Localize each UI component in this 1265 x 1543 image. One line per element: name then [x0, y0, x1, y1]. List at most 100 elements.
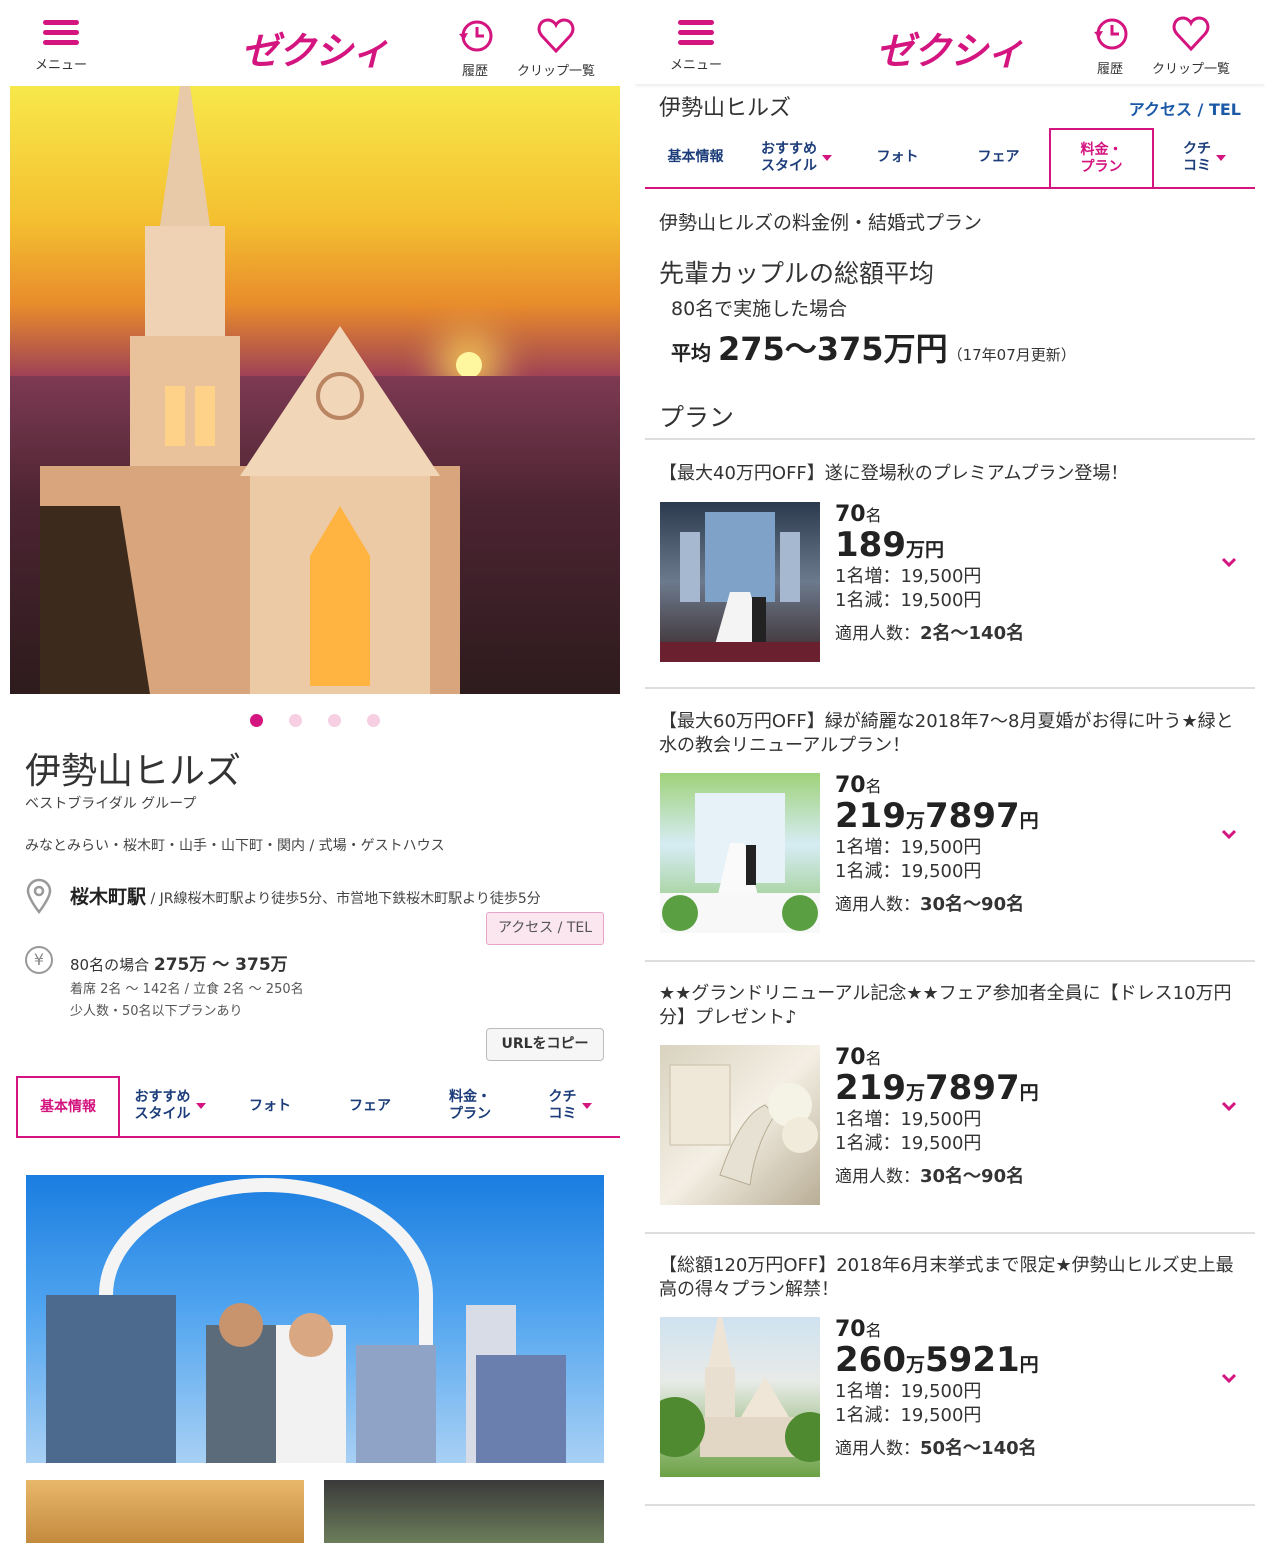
history-icon	[459, 20, 493, 52]
tab-price-plan[interactable]: 料金・ プラン	[420, 1076, 520, 1136]
tab-photo[interactable]: フォト	[220, 1076, 320, 1136]
average-condition: 80名で実施した場合	[671, 298, 848, 320]
hamburger-icon	[678, 18, 714, 48]
history-icon	[1094, 18, 1128, 50]
access-tel-button[interactable]: アクセス / TEL	[486, 912, 604, 945]
plan-range: 30名〜90名	[920, 1166, 1025, 1187]
chevron-down-icon[interactable]	[1221, 1370, 1237, 1386]
price-range: 275万 〜 375万	[153, 955, 288, 975]
gallery-photo-chapel[interactable]	[26, 1480, 304, 1543]
tab-fair[interactable]: フェア	[320, 1076, 420, 1136]
tab-review-line2: コミ	[548, 1106, 577, 1122]
tab-style[interactable]: おすすめ スタイル	[746, 128, 847, 187]
tab-style[interactable]: おすすめ スタイル	[120, 1076, 220, 1136]
plan-people: 70	[835, 773, 866, 798]
tab-fair-label: フェア	[349, 1097, 391, 1114]
hero-photo[interactable]	[10, 86, 620, 694]
plan-sub-person: 1名減：19,500円	[835, 590, 982, 611]
price-summary: 80名の場合 275万 〜 375万	[70, 950, 288, 975]
plan-yen-unit: 円	[1019, 1354, 1039, 1376]
plan-people-unit: 名	[865, 506, 882, 525]
tab-price-plan[interactable]: 料金・ プラン	[1049, 128, 1154, 187]
plan-range-label: 適用人数：	[835, 1167, 920, 1187]
history-button[interactable]: 履歴	[1085, 14, 1135, 77]
carousel-dot-2[interactable]	[289, 714, 302, 727]
plan-thumbnail	[660, 1317, 820, 1477]
plan-price-rest: 5921	[925, 1340, 1020, 1380]
left-screen: メニュー ゼクシィ 履歴 クリップ一覧 伊勢山ヒルズ ベストブライダル グループ…	[0, 0, 630, 1543]
plan-people-unit: 名	[865, 1049, 882, 1068]
plan-thumbnail	[660, 1045, 820, 1205]
chevron-down-icon[interactable]	[1221, 554, 1237, 570]
copy-url-button[interactable]: URLをコピー	[486, 1028, 604, 1061]
tab-review[interactable]: クチ コミ	[520, 1076, 620, 1136]
plan-price-rest: 7897	[925, 796, 1020, 836]
menu-button[interactable]: メニュー	[661, 18, 731, 73]
tab-review-line1: クチ	[1183, 140, 1211, 157]
average-updated: （17年07月更新）	[947, 346, 1076, 364]
plan-price-rest: 7897	[925, 1068, 1020, 1108]
chapel-stained-glass-image	[660, 512, 820, 662]
clip-list-button[interactable]: クリップ一覧	[1141, 14, 1241, 77]
plan-range: 50名〜140名	[920, 1438, 1037, 1459]
carousel-dot-3[interactable]	[328, 714, 341, 727]
history-label: 履歴	[1096, 62, 1123, 77]
chevron-down-icon[interactable]	[1221, 1098, 1237, 1114]
plan-info: 70名 260万5921円 1名増：19,500円 1名減：19,500円 適用…	[835, 1317, 1135, 1460]
plan-card[interactable]: 【総額120万円OFF】2018年6月末挙式まで限定★伊勢山ヒルズ史上最高の得々…	[645, 1254, 1255, 1504]
bridal-shoes-image	[669, 1064, 818, 1186]
plan-card[interactable]: 【最大60万円OFF】緑が綺麗な2018年7〜8月夏婚がお得に叶う★緑と水の教会…	[645, 710, 1255, 960]
plan-card[interactable]: 【最大40万円OFF】遂に登場秋のプレミアムプラン登場！ 70名 189万円 1…	[645, 462, 1255, 687]
location-pin-icon	[26, 878, 52, 914]
plan-people: 70	[835, 502, 866, 527]
plan-title: 【最大60万円OFF】緑が綺麗な2018年7〜8月夏婚がお得に叶う★緑と水の教会…	[659, 711, 1234, 756]
clip-list-label: クリップ一覧	[516, 64, 595, 79]
plan-heading: プラン	[659, 403, 735, 432]
tab-photo[interactable]: フォト	[847, 128, 948, 187]
divider	[645, 1504, 1255, 1506]
carousel-indicator	[0, 712, 630, 731]
gallery-photo-ceremony[interactable]	[26, 1175, 604, 1463]
menu-button[interactable]: メニュー	[26, 18, 96, 73]
logo[interactable]: ゼクシィ	[876, 20, 1025, 75]
plan-yen-unit: 円	[1019, 810, 1039, 832]
carousel-dot-1[interactable]	[250, 714, 263, 727]
right-screen: メニュー ゼクシィ 履歴 クリップ一覧 伊勢山ヒルズ アクセス / TEL 基本…	[635, 0, 1265, 1543]
plan-range-label: 適用人数：	[835, 624, 920, 644]
plan-range-label: 適用人数：	[835, 895, 920, 915]
access-tel-link[interactable]: アクセス / TEL	[1129, 96, 1241, 120]
station-detail: / JR線桜木町駅より徒歩5分、市営地下鉄桜木町駅より徒歩5分	[146, 891, 541, 907]
plan-add-person: 1名増：19,500円	[835, 1109, 982, 1130]
venue-name: 伊勢山ヒルズ	[659, 96, 792, 121]
green-chapel-image	[660, 793, 820, 933]
gallery-photo-garden[interactable]	[324, 1480, 604, 1543]
chevron-down-icon[interactable]	[1221, 826, 1237, 842]
heart-icon	[537, 18, 575, 54]
average-value: 275〜375万円	[717, 330, 948, 368]
tab-basic-info[interactable]: 基本情報	[16, 1076, 120, 1136]
tab-review[interactable]: クチ コミ	[1154, 128, 1255, 187]
history-button[interactable]: 履歴	[450, 16, 500, 79]
tab-fair[interactable]: フェア	[948, 128, 1049, 187]
plan-add-person: 1名増：19,500円	[835, 1381, 982, 1402]
menu-label: メニュー	[34, 58, 87, 73]
dropdown-caret-icon	[581, 1103, 592, 1109]
logo[interactable]: ゼクシィ	[241, 20, 390, 75]
price-section-subtitle: 伊勢山ヒルズの料金例・結婚式プラン	[659, 212, 983, 234]
tab-style-line2: スタイル	[761, 157, 817, 174]
clip-list-label: クリップ一覧	[1151, 62, 1230, 77]
plan-info: 70名 189万円 1名増：19,500円 1名減：19,500円 適用人数：2…	[835, 502, 1135, 645]
clip-list-button[interactable]: クリップ一覧	[506, 16, 606, 79]
church-exterior-image	[660, 1317, 820, 1462]
plan-add-person: 1名増：19,500円	[835, 837, 982, 858]
tab-review-line1: クチ	[548, 1089, 577, 1105]
hamburger-icon	[43, 18, 79, 48]
tab-basic-info[interactable]: 基本情報	[645, 128, 746, 187]
tab-style-line1: おすすめ	[134, 1089, 191, 1105]
plan-card[interactable]: ★★グランドリニューアル記念★★フェア参加者全員に【ドレス10万円分】プレゼント…	[645, 982, 1255, 1232]
tab-style-line2: スタイル	[134, 1106, 191, 1122]
plan-info: 70名 219万7897円 1名増：19,500円 1名減：19,500円 適用…	[835, 773, 1135, 916]
dropdown-caret-icon	[822, 154, 832, 161]
venue-tabs: 基本情報 おすすめ スタイル フォト フェア 料金・ プラン クチ コミ	[16, 1076, 620, 1138]
carousel-dot-4[interactable]	[367, 714, 380, 727]
